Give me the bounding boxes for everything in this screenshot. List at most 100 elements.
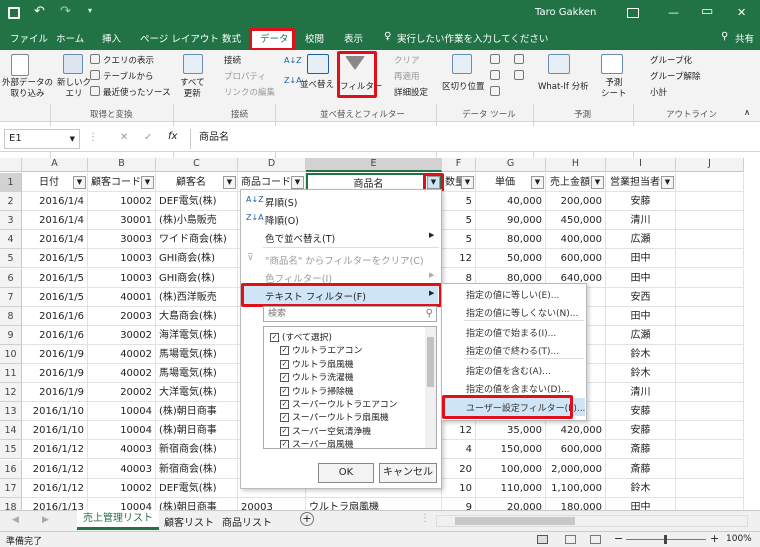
scroll-thumb[interactable] bbox=[455, 517, 575, 525]
checkbox[interactable]: ✓ bbox=[280, 426, 289, 436]
connections-button[interactable]: 接続 bbox=[224, 54, 241, 66]
column-header-g[interactable]: G bbox=[476, 158, 546, 172]
data-tools-icon[interactable] bbox=[490, 70, 500, 80]
column-header-b[interactable]: B bbox=[88, 158, 156, 172]
close-button[interactable]: ✕ bbox=[737, 6, 746, 19]
qat-customize-icon[interactable]: ▾ bbox=[88, 6, 92, 15]
edit-links-button[interactable]: リンクの編集 bbox=[224, 86, 275, 98]
row-header[interactable]: 3 bbox=[0, 211, 22, 231]
table-cell[interactable]: 2016/1/5 bbox=[22, 268, 88, 288]
row-header[interactable]: 13 bbox=[0, 402, 22, 422]
table-cell[interactable]: 2016/1/9 bbox=[22, 383, 88, 403]
filter-dropdown-button[interactable]: ▼ bbox=[73, 176, 86, 189]
data-tools-icon[interactable] bbox=[490, 86, 500, 96]
zoom-thumb[interactable] bbox=[664, 535, 667, 544]
restore-button[interactable]: ▭ bbox=[701, 4, 713, 19]
tab-formulas[interactable]: 数式 bbox=[222, 31, 241, 45]
row-header[interactable]: 8 bbox=[0, 306, 22, 326]
table-cell[interactable]: 150,000 bbox=[476, 440, 546, 460]
table-cell[interactable]: 安藤 bbox=[606, 421, 676, 441]
table-cell[interactable]: 2016/1/5 bbox=[22, 249, 88, 269]
table-cell[interactable]: 鈴木 bbox=[606, 478, 676, 498]
table-cell[interactable]: 40002 bbox=[88, 364, 156, 384]
table-cell[interactable]: 30002 bbox=[88, 325, 156, 345]
select-all-corner[interactable] bbox=[0, 158, 22, 172]
table-cell[interactable]: 20 bbox=[442, 459, 476, 479]
table-cell[interactable]: 鈴木 bbox=[606, 344, 676, 364]
data-tools-icon[interactable] bbox=[514, 70, 524, 80]
table-cell[interactable] bbox=[676, 230, 744, 250]
insert-function-icon[interactable]: fx bbox=[168, 131, 177, 142]
submenu-contains[interactable]: 指定の値を含む(A)... bbox=[466, 364, 551, 377]
row-header[interactable]: 4 bbox=[0, 230, 22, 250]
row-header[interactable]: 12 bbox=[0, 383, 22, 403]
data-tools-icon[interactable] bbox=[490, 54, 500, 64]
column-header-h[interactable]: H bbox=[546, 158, 606, 172]
table-cell[interactable]: 鈴木 bbox=[606, 364, 676, 384]
table-cell[interactable]: 50,000 bbox=[476, 249, 546, 269]
cancel-button[interactable]: キャンセル bbox=[379, 463, 437, 483]
table-cell[interactable]: GHI商会(株) bbox=[156, 249, 238, 269]
page-layout-view-icon[interactable] bbox=[565, 535, 576, 544]
table-cell[interactable]: 12 bbox=[442, 249, 476, 269]
row-header[interactable]: 9 bbox=[0, 325, 22, 345]
table-cell[interactable] bbox=[676, 383, 744, 403]
share-icon[interactable]: ⚲ bbox=[721, 31, 728, 42]
table-cell[interactable]: 安西 bbox=[606, 287, 676, 307]
table-cell[interactable]: 110,000 bbox=[476, 478, 546, 498]
table-cell[interactable]: 400,000 bbox=[546, 230, 606, 250]
text-to-columns-button[interactable]: 区切り位置 bbox=[442, 80, 485, 92]
zoom-level[interactable]: 100% bbox=[726, 534, 752, 544]
sort-button[interactable]: 並べ替え bbox=[300, 78, 334, 90]
sheet-tab-customers[interactable]: 顧客リスト bbox=[162, 514, 216, 529]
table-cell[interactable]: 2016/1/12 bbox=[22, 459, 88, 479]
new-query-button[interactable]: 新しいク エリ bbox=[57, 78, 91, 100]
data-tools-icon[interactable] bbox=[514, 54, 524, 64]
table-cell[interactable] bbox=[676, 421, 744, 441]
table-cell[interactable]: 2016/1/4 bbox=[22, 192, 88, 212]
table-cell[interactable]: 40002 bbox=[88, 344, 156, 364]
row-header[interactable]: 14 bbox=[0, 421, 22, 441]
table-cell[interactable]: 30003 bbox=[88, 230, 156, 250]
checkbox[interactable]: ✓ bbox=[280, 400, 289, 409]
checkbox[interactable]: ✓ bbox=[280, 373, 289, 383]
table-cell[interactable]: 広瀬 bbox=[606, 325, 676, 345]
submenu-begins-with[interactable]: 指定の値で始まる(I)... bbox=[466, 326, 556, 339]
table-cell[interactable] bbox=[676, 287, 744, 307]
from-table-button[interactable]: テーブルから bbox=[103, 70, 154, 82]
table-cell[interactable]: DEF電気(株) bbox=[156, 192, 238, 212]
advanced-button[interactable]: 詳細設定 bbox=[394, 86, 428, 98]
submenu-ends-with[interactable]: 指定の値で終わる(T)... bbox=[466, 344, 559, 357]
table-cell[interactable]: 10004 bbox=[88, 421, 156, 441]
table-cell[interactable] bbox=[676, 306, 744, 326]
what-if-button[interactable]: What-If 分析 bbox=[538, 80, 589, 92]
table-cell[interactable] bbox=[676, 478, 744, 498]
table-cell[interactable]: 2016/1/4 bbox=[22, 211, 88, 231]
table-cell[interactable]: 5 bbox=[442, 192, 476, 212]
table-cell[interactable]: 10002 bbox=[88, 192, 156, 212]
table-cell[interactable]: 4 bbox=[442, 440, 476, 460]
collapse-ribbon-icon[interactable]: ∧ bbox=[744, 108, 750, 118]
filter-value-item[interactable]: ✓ スーパー扇風機 bbox=[280, 437, 354, 448]
table-cell[interactable]: (株)西洋販売 bbox=[156, 287, 238, 307]
table-cell[interactable]: 100,000 bbox=[476, 459, 546, 479]
table-cell[interactable]: 5 bbox=[442, 211, 476, 231]
table-cell[interactable]: 35,000 bbox=[476, 421, 546, 441]
column-header-a[interactable]: A bbox=[22, 158, 88, 172]
forecast-sheet-button[interactable]: 予測 シート bbox=[601, 78, 627, 100]
filter-value-item[interactable]: ✓ スーパーウルトラ扇風機 bbox=[280, 410, 389, 423]
table-cell[interactable] bbox=[676, 325, 744, 345]
filter-value-item[interactable]: ✓ ウルトラエアコン bbox=[280, 343, 362, 356]
table-cell[interactable]: 10 bbox=[442, 478, 476, 498]
table-cell[interactable]: DEF電気(株) bbox=[156, 478, 238, 498]
row-header[interactable]: 6 bbox=[0, 268, 22, 288]
row-header[interactable]: 5 bbox=[0, 249, 22, 269]
table-cell[interactable] bbox=[676, 459, 744, 479]
row-header[interactable]: 11 bbox=[0, 364, 22, 384]
show-queries-button[interactable]: クエリの表示 bbox=[103, 54, 154, 66]
sheet-tab-products[interactable]: 商品リスト bbox=[220, 514, 274, 529]
sheet-tab-sales[interactable]: 売上管理リスト bbox=[77, 510, 159, 530]
search-box[interactable]: 検索 ⚲ bbox=[263, 306, 437, 322]
checkbox[interactable]: ✓ bbox=[280, 386, 289, 396]
table-cell[interactable]: 大島商会(株) bbox=[156, 306, 238, 326]
